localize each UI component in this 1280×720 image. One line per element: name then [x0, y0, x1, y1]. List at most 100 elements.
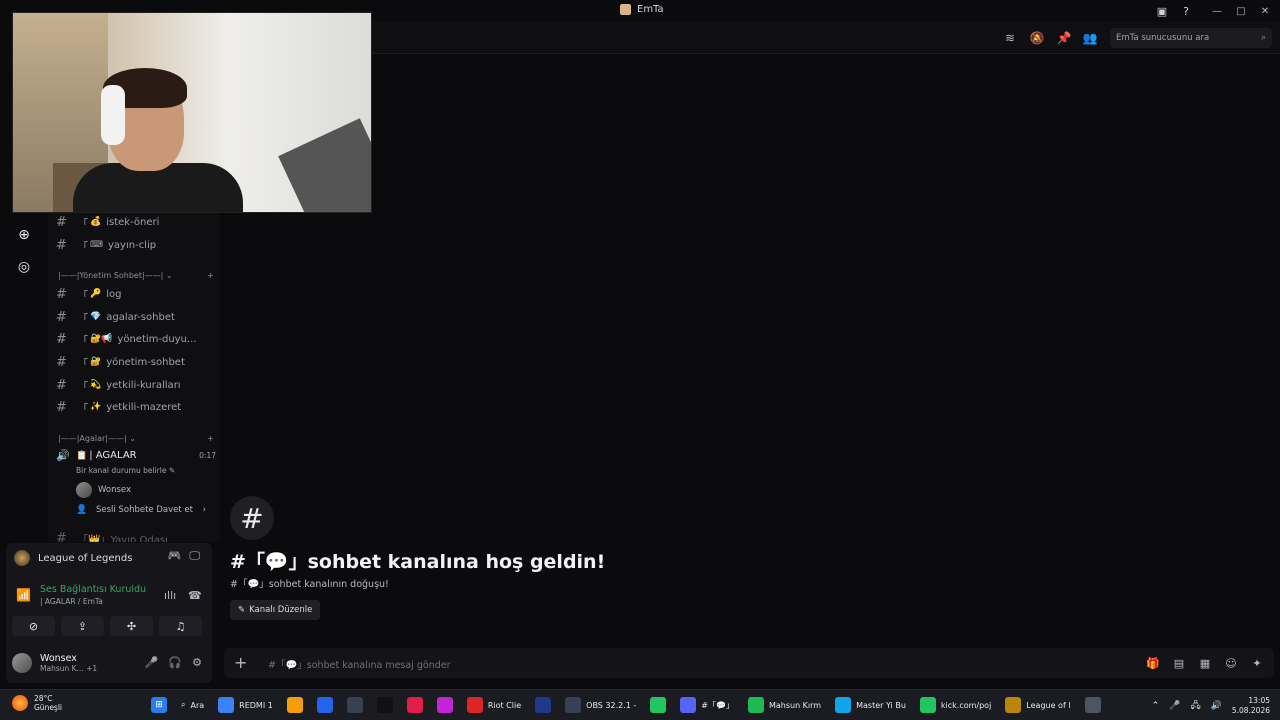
attach-plus-icon[interactable]: + — [234, 653, 247, 672]
category-agalar[interactable]: |——|Agalar|——| ⌄ + — [58, 431, 214, 445]
screen-share-icon[interactable]: ⇪ — [61, 616, 104, 636]
taskbar-app[interactable]: Riot Clie — [464, 694, 524, 716]
app-icon — [919, 697, 936, 713]
window-controls: — □ ✕ — [1208, 2, 1274, 20]
help-icon[interactable]: ? — [1178, 3, 1194, 19]
taskbar-app[interactable]: kick.com/poj — [917, 694, 994, 716]
disconnect-icon[interactable]: ☎ — [188, 589, 202, 602]
taskbar-app[interactable] — [314, 694, 336, 716]
start-button[interactable]: ⊞ — [148, 694, 170, 716]
category-name: |——|Yönetim Sohbet|——| — [58, 270, 164, 280]
taskbar-app[interactable] — [374, 694, 396, 716]
webcam-overlay — [12, 12, 372, 213]
inbox-icon[interactable]: ▣ — [1154, 3, 1170, 19]
close-icon[interactable]: ✕ — [1256, 2, 1274, 20]
clock-time: 13:05 — [1248, 696, 1270, 705]
gift-icon[interactable]: 🎁 — [1146, 656, 1160, 670]
threads-icon[interactable]: ≋ — [1002, 30, 1018, 46]
volume-icon[interactable]: 🔊 — [1211, 701, 1222, 711]
camera-off-icon[interactable]: ⊘ — [12, 616, 55, 636]
microphone-icon[interactable]: 🎤 — [1169, 701, 1180, 711]
search-input[interactable]: EmTa sunucusunu ara ⌕ — [1110, 28, 1272, 48]
channel-prefix: 「 — [78, 381, 88, 393]
chevron-up-icon[interactable]: ⌃ — [1152, 701, 1160, 711]
channel-istek-oneri[interactable]: # 「 💰 istek-öneri — [56, 213, 216, 231]
channel-yonetim-duyuru[interactable]: # 「 🔐📢 yönetim-duyu... — [56, 330, 216, 348]
sticker-icon[interactable]: ▦ — [1198, 656, 1212, 670]
members-icon[interactable]: 👥 — [1082, 30, 1098, 46]
app-label: #「💬」 — [701, 700, 734, 710]
headphones-icon[interactable]: 🎧 — [168, 656, 182, 669]
channel-emoji: ⌨ — [90, 240, 103, 250]
taskbar-search[interactable]: ⌕ Ara — [178, 694, 207, 716]
server-logo-icon — [620, 4, 631, 15]
hash-icon: # — [56, 399, 67, 415]
taskbar-app[interactable] — [434, 694, 456, 716]
activity-row[interactable]: League of Legends 🎮 🖵 — [14, 549, 206, 567]
taskbar-app[interactable]: #「💬」 — [677, 694, 737, 716]
channel-emoji: 🔐📢 — [90, 334, 113, 344]
apps-icon[interactable]: ✦ — [1250, 656, 1264, 670]
category-management[interactable]: |——|Yönetim Sohbet|——| ⌄ + — [58, 268, 214, 282]
taskbar-app[interactable] — [647, 694, 669, 716]
pin-icon[interactable]: 📌 — [1056, 30, 1072, 46]
taskbar-app[interactable]: Mahsun Kırm — [745, 694, 824, 716]
taskbar-app[interactable] — [1082, 694, 1104, 716]
controller-icon[interactable]: 🎮 — [168, 549, 182, 563]
taskbar-app[interactable] — [532, 694, 554, 716]
notifications-muted-icon[interactable]: 🔕 — [1029, 30, 1045, 46]
voice-channel-name: | AGALAR — [89, 450, 137, 461]
add-channel-icon[interactable]: + — [207, 271, 214, 280]
channel-yetkili-kurallari[interactable]: # 「 💫 yetkili-kuralları — [56, 376, 216, 394]
channel-name: agalar-sohbet — [106, 311, 175, 323]
game-logo-icon — [14, 550, 30, 566]
activities-icon[interactable]: ✣ — [110, 616, 153, 636]
clock[interactable]: 13:05 5.08.2026 — [1232, 696, 1270, 716]
microphone-icon[interactable]: 🎤 — [145, 656, 159, 669]
channel-yetkili-mazeret[interactable]: # 「 ✨ yetkili-mazeret — [56, 398, 216, 416]
app-icon — [346, 697, 363, 713]
emoji-icon[interactable]: ☺ — [1224, 656, 1238, 670]
voice-connected-status[interactable]: Ses Bağlantısı Kuruldu — [40, 584, 146, 595]
maximize-icon[interactable]: □ — [1232, 2, 1250, 20]
message-composer[interactable]: + #「💬」sohbet kanalına mesaj gönder 🎁 ▤ ▦… — [224, 648, 1274, 678]
taskbar-app[interactable] — [344, 694, 366, 716]
avatar — [12, 653, 32, 673]
taskbar-app[interactable] — [404, 694, 426, 716]
gear-icon[interactable]: ⚙ — [192, 656, 202, 669]
channel-yayin-clip[interactable]: # 「 ⌨ yayın-clip — [56, 236, 216, 254]
channel-agalar-sohbet[interactable]: # 「 💎 agalar-sohbet — [56, 308, 216, 326]
app-label: OBS 32.2.1 - — [586, 700, 637, 710]
channel-yayin-odasi[interactable]: # 「👑」Yayın Odası — [56, 529, 216, 543]
taskbar-app[interactable]: OBS 32.2.1 - — [562, 694, 639, 716]
taskbar-app[interactable]: League of l — [1002, 694, 1073, 716]
channel-log[interactable]: # 「 🔑 log — [56, 285, 216, 303]
taskbar-app[interactable] — [284, 694, 306, 716]
edit-channel-button[interactable]: ✎ Kanalı Düzenle — [230, 600, 321, 620]
category-name: |——|Agalar|——| — [58, 433, 127, 443]
gif-icon[interactable]: ▤ — [1172, 656, 1186, 670]
screen-share-icon[interactable]: 🖵 — [189, 549, 200, 563]
channel-emoji: 📋 — [76, 450, 88, 461]
channel-yonetim-sohbet[interactable]: # 「 🔐 yönetim-sohbet — [56, 353, 216, 371]
discover-icon[interactable]: ◎ — [13, 256, 35, 278]
invite-to-voice[interactable]: 👤 Sesli Sohbete Davet et › — [76, 505, 206, 515]
voice-channel-agalar[interactable]: 🔊 📋 | AGALAR 0:17 — [56, 449, 216, 462]
taskbar-app[interactable]: REDMI 1 — [215, 694, 276, 716]
channel-prefix: 「 — [78, 313, 88, 325]
voice-location[interactable]: | AGALAR / EmTa — [40, 597, 103, 606]
current-user[interactable]: Wonsex Mahsun K... +1 🎤 🎧 ⚙ — [12, 649, 206, 677]
add-server-icon[interactable]: ⊕ — [13, 224, 35, 246]
channel-name: yönetim-sohbet — [106, 356, 185, 368]
soundboard-icon[interactable]: ♫ — [159, 616, 202, 636]
app-icon — [565, 697, 582, 713]
weather-widget[interactable]: 28°C Güneşli — [12, 694, 62, 712]
channel-name: log — [106, 288, 122, 300]
network-icon[interactable]: 🖧 — [1191, 698, 1201, 714]
taskbar-app[interactable]: Master Yi Bu — [832, 694, 909, 716]
voice-status-hint[interactable]: Bir kanal durumu belirle ✎ — [76, 466, 175, 475]
add-channel-icon[interactable]: + — [207, 434, 214, 443]
voice-member[interactable]: Wonsex — [76, 482, 131, 498]
noise-suppression-icon[interactable]: ıllı — [164, 589, 176, 602]
minimize-icon[interactable]: — — [1208, 2, 1226, 20]
